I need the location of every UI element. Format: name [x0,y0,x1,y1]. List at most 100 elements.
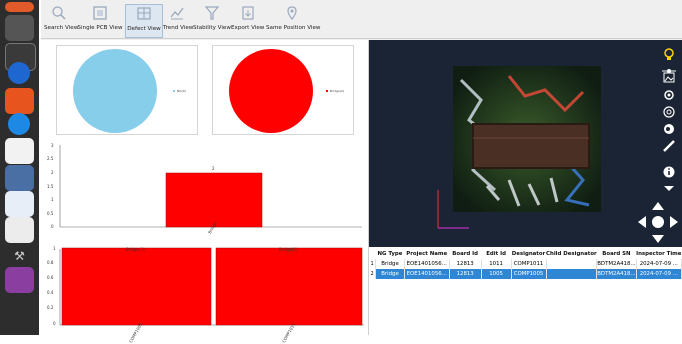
cell-designator: COMP1005 [511,269,547,279]
teamviewer-icon[interactable] [8,113,30,135]
layers-icon[interactable] [661,104,677,118]
y-tick-label: 0.6 [47,275,54,280]
legend-swatch-bridge [326,90,328,92]
pcb-image-viewer[interactable] [369,40,682,247]
zoom-icon[interactable] [661,121,677,135]
app-grid-icon[interactable] [5,267,34,293]
y-tick-label: 0.2 [47,305,54,310]
y-tick-label: 0 [53,321,56,326]
ruler-icon[interactable] [661,138,677,152]
cell-ng-type: Bridge [375,269,405,279]
defect-count-bar-svg [59,145,362,228]
pie-slice-bridge [229,49,313,133]
cell-designator: COMP1011 [511,259,547,269]
ubuntu-dock: ⚒ [0,0,39,335]
column-header[interactable]: Child Designator [546,249,597,259]
ng-pie-chart: NG(0) [56,45,198,135]
cell-board-id: 12813 [449,269,482,279]
column-header[interactable]: Designator [511,249,546,259]
text-editor-icon[interactable] [5,138,34,164]
files-icon[interactable] [5,15,34,41]
column-header[interactable]: Board SN [597,249,636,259]
y-tick-label: 1 [53,246,56,251]
column-header[interactable]: Board Id [449,249,481,259]
cell-project-name: EOE1401056... [404,269,450,279]
y-tick-label: 0.5 [47,211,54,216]
ng-pie-svg [73,49,175,133]
stability-view-button[interactable]: Stability View [193,4,231,36]
bar-title-comp1005: Bridge(1) [126,247,145,252]
same-position-view-button[interactable]: Same Position View [266,4,320,36]
export-view-button[interactable]: Export View [231,4,264,36]
table-header-row: NG Type Project Name Board Id Edit Id De… [369,249,682,259]
defect-charts-panel: NG(0) Bridge(2) 3 2.5 2 1.5 1 0.5 0 2 Br… [41,40,369,344]
arrow-right-icon[interactable] [666,214,682,228]
row-number: 1 [369,259,377,269]
cell-project-name: EOE1401056... [404,259,450,269]
lightbulb-icon[interactable] [661,46,677,60]
position-icon [287,6,297,20]
screenshot-icon[interactable] [5,217,34,243]
center-icon[interactable] [650,214,666,228]
board-icon [93,6,107,20]
y-tick-label: 2 [51,170,54,175]
y-tick-label: 1.5 [47,184,54,189]
application-window: Search View Single PCB View Defect View … [41,0,682,344]
defect-view-button[interactable]: Defect View [125,4,163,38]
y-tick-label: 1 [51,197,54,202]
column-header[interactable]: Inspector Time [636,249,681,259]
cell-inspector-time: 2024-07-09 ... [636,259,682,269]
filter-icon [204,6,219,20]
column-header[interactable]: NG Type [376,249,405,259]
column-header[interactable]: Project Name [404,249,449,259]
cell-ng-type: Bridge [375,259,405,269]
app-icon[interactable] [5,88,34,114]
component-body [472,123,590,169]
y-tick-label: 0.8 [47,260,54,265]
defect-count-bar-chart: 3 2.5 2 1.5 1 0.5 0 2 Bridge [46,141,364,241]
software-icon[interactable] [5,191,34,217]
search-view-button[interactable]: Search View [44,4,78,36]
image-viewer-icon[interactable] [5,165,34,191]
bar-comp1005 [61,247,212,326]
tools-icon[interactable]: ⚒ [5,243,34,269]
cell-edit-id: 1005 [481,269,512,279]
y-tick-label: 2.5 [47,156,54,161]
cell-board-sn: BDTM2A418... [596,259,637,269]
bridge-pie-chart: Bridge(2) [212,45,354,135]
bar-title-comp1011: Bridge(1) [279,247,298,252]
table-row-selected[interactable]: 2 Bridge EOE1401056... 12813 1005 COMP10… [369,269,682,279]
settings-icon[interactable] [661,87,677,101]
defect-table: NG Type Project Name Board Id Edit Id De… [369,249,682,335]
arrow-down-icon[interactable] [650,231,666,245]
cell-edit-id: 1011 [481,259,512,269]
inspection-panel: NG Type Project Name Board Id Edit Id De… [369,40,682,335]
cell-child-designator [546,269,598,279]
y-tick-label: 0 [51,224,54,229]
collapse-icon[interactable] [661,180,677,194]
column-header[interactable]: Edit Id [481,249,511,259]
table-row[interactable]: 1 Bridge EOE1401056... 12813 1011 COMP10… [369,259,682,269]
export-icon [241,6,254,20]
info-icon[interactable] [661,164,677,178]
trend-icon [170,7,184,20]
vscode-icon[interactable] [8,62,30,84]
bar-bridge [165,172,263,228]
row-number-header [369,249,376,259]
row-number: 2 [369,269,377,279]
arrow-left-icon[interactable] [634,214,650,228]
single-pcb-view-button[interactable]: Single PCB View [76,4,124,36]
legend-swatch-ng [173,90,175,92]
pie-slice-ng [73,49,157,133]
defect-icon [137,7,151,20]
pie-legend-bridge: Bridge(2) [330,89,345,93]
y-tick-label: 3 [51,143,54,148]
bar-value-label: 2 [212,166,215,171]
defect-table-grid: NG Type Project Name Board Id Edit Id De… [369,249,682,279]
image-icon[interactable] [661,70,677,84]
trend-view-button[interactable]: Trend View [163,4,193,36]
arrow-up-icon[interactable] [650,197,666,211]
cell-inspector-time: 2024-07-09 ... [636,269,682,279]
app-launcher-icon[interactable] [5,2,34,12]
pie-legend-ng: NG(0) [177,89,186,93]
